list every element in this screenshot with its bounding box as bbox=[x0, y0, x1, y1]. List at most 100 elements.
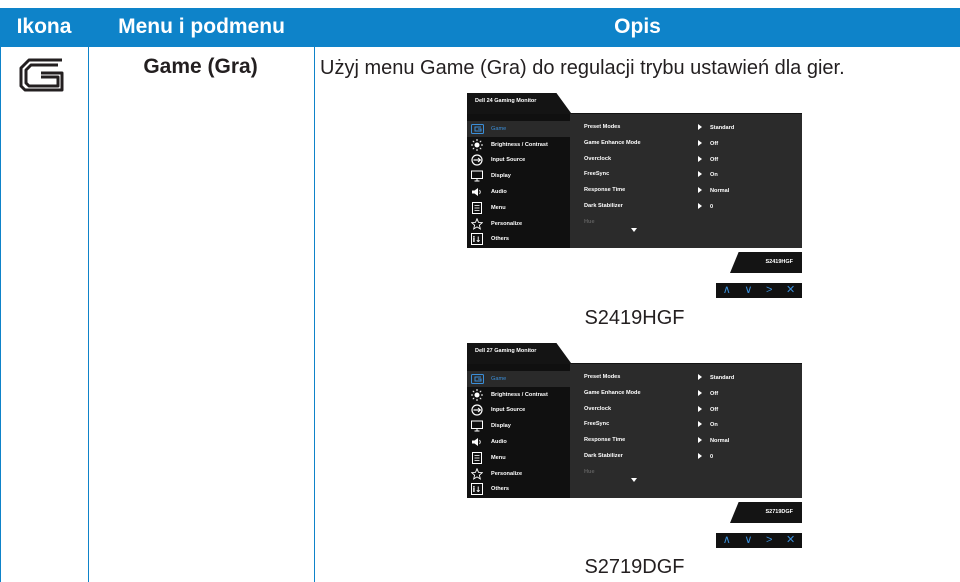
osd-setting-row[interactable]: Dark Stabilizer 0 bbox=[584, 453, 784, 463]
game-icon bbox=[17, 56, 73, 94]
osd-menu-item-input-source[interactable]: Input Source bbox=[467, 153, 570, 169]
nav-up-icon[interactable]: ∧ bbox=[723, 285, 731, 296]
osd-menu-item-input-source[interactable]: Input Source bbox=[467, 403, 570, 419]
menu-icon bbox=[469, 451, 485, 464]
osd-model-bar: S2419HGF bbox=[467, 252, 802, 273]
display-icon bbox=[469, 170, 485, 182]
svg-text:i↓: i↓ bbox=[473, 235, 482, 244]
osd-setting-row[interactable]: Game Enhance Mode Off bbox=[584, 390, 784, 400]
osd-setting-label: Dark Stabilizer bbox=[584, 453, 623, 459]
osd-setting-value: On bbox=[698, 421, 718, 428]
osd-setting-value: Normal bbox=[698, 437, 729, 444]
nav-close-icon[interactable]: ✕ bbox=[786, 285, 795, 296]
osd-setting-value: Normal bbox=[698, 187, 729, 194]
description-text: Użyj menu Game (Gra) do regulacji trybu … bbox=[320, 57, 845, 79]
osd-menu-item-audio[interactable]: Audio bbox=[467, 184, 570, 200]
osd-setting-row[interactable]: Preset Modes Standard bbox=[584, 374, 784, 384]
osd-menu-label: Input Source bbox=[491, 407, 526, 414]
osd-menu-label: Menu bbox=[491, 204, 506, 211]
osd-menu-label: Input Source bbox=[491, 157, 526, 164]
document-page: Ikona Menu i podmenu Opis Game (Gra) Uży… bbox=[0, 0, 960, 582]
osd-setting-row[interactable]: FreeSync On bbox=[584, 421, 784, 431]
osd-setting-label: Hue bbox=[584, 218, 595, 225]
osd-menu-item-display[interactable]: Display bbox=[467, 418, 570, 434]
osd-setting-value: Off bbox=[698, 390, 718, 397]
osd-setting-value: Off bbox=[698, 406, 718, 413]
osd-setting-value: Off bbox=[698, 156, 718, 163]
osd-title: Dell 27 Gaming Monitor bbox=[475, 348, 537, 354]
osd-setting-row[interactable]: Hue bbox=[584, 219, 784, 229]
menu-icon bbox=[469, 201, 485, 214]
osd-setting-row[interactable]: Game Enhance Mode Off bbox=[584, 140, 784, 150]
osd-setting-value: 0 bbox=[698, 203, 713, 210]
osd-setting-row[interactable]: Preset Modes Standard bbox=[584, 124, 784, 134]
osd-setting-label: Hue bbox=[584, 468, 595, 475]
nav-down-icon[interactable]: ∨ bbox=[744, 535, 752, 546]
osd-menu-label: Personalize bbox=[491, 220, 523, 227]
header-bottom-rule bbox=[0, 46, 960, 47]
speaker-icon bbox=[469, 436, 485, 448]
osd-setting-label: Dark Stabilizer bbox=[584, 203, 623, 209]
osd-title-tab: Dell 24 Gaming Monitor bbox=[467, 93, 802, 114]
osd-menu-item-menu[interactable]: Menu bbox=[467, 450, 570, 466]
osd-nav-buttons: ∧ ∨ > ✕ bbox=[467, 283, 802, 298]
star-icon bbox=[469, 217, 485, 230]
osd-setting-row[interactable]: Hue bbox=[584, 469, 784, 479]
osd-setting-value: Off bbox=[698, 140, 718, 147]
osd-setting-row[interactable]: Response Time Normal bbox=[584, 437, 784, 447]
menu-item-name: Game (Gra) bbox=[143, 55, 258, 78]
osd-settings-panel: Preset Modes Standard Game Enhance Mode Off… bbox=[570, 114, 802, 248]
osd-menu-label: Brightness / Contrast bbox=[491, 141, 548, 148]
nav-up-icon[interactable]: ∧ bbox=[723, 535, 731, 546]
osd-screenshot-s2719dgf: Dell 27 Gaming Monitor Game Brightness / … bbox=[467, 343, 802, 548]
osd-setting-label: Overclock bbox=[584, 405, 612, 412]
osd-menu-item-others[interactable]: i↓ Others bbox=[467, 482, 570, 498]
osd-settings-panel: Preset Modes Standard Game Enhance Mode Off… bbox=[570, 364, 802, 498]
osd-menu-item-others[interactable]: i↓ Others bbox=[467, 232, 570, 248]
osd-menu-item-menu[interactable]: Menu bbox=[467, 200, 570, 216]
osd-menu-label: Display bbox=[491, 173, 511, 180]
nav-right-icon[interactable]: > bbox=[766, 535, 772, 546]
osd-setting-label: Overclock bbox=[584, 155, 612, 162]
table-divider-1 bbox=[88, 8, 89, 582]
osd-nav-buttons: ∧ ∨ > ✕ bbox=[467, 533, 802, 548]
osd-setting-label: Response Time bbox=[584, 187, 626, 194]
osd-setting-row[interactable]: Overclock Off bbox=[584, 156, 784, 166]
game-icon bbox=[469, 123, 485, 135]
osd-menu-label: Brightness / Contrast bbox=[491, 391, 548, 398]
osd-setting-label: FreeSync bbox=[584, 421, 610, 428]
others-icon: i↓ bbox=[469, 483, 485, 496]
osd-setting-value: Standard bbox=[698, 374, 734, 381]
osd-menu-item-audio[interactable]: Audio bbox=[467, 434, 570, 450]
osd-menu-item-game[interactable]: Game bbox=[467, 371, 570, 387]
osd-menu-label: Game bbox=[491, 375, 507, 382]
osd-setting-row[interactable]: Dark Stabilizer 0 bbox=[584, 203, 784, 213]
nav-right-icon[interactable]: > bbox=[766, 285, 772, 296]
header-description: Opis bbox=[315, 8, 960, 46]
osd-menu-item-game[interactable]: Game bbox=[467, 121, 570, 137]
game-icon bbox=[469, 373, 485, 385]
header-icon: Ikona bbox=[0, 8, 88, 46]
osd-menu-item-brightness-contrast[interactable]: Brightness / Contrast bbox=[467, 387, 570, 403]
osd-menu-item-brightness-contrast[interactable]: Brightness / Contrast bbox=[467, 137, 570, 153]
nav-down-icon[interactable]: ∨ bbox=[744, 285, 752, 296]
osd-menu-label: Others bbox=[491, 236, 510, 243]
input-source-icon bbox=[469, 154, 485, 167]
input-source-icon bbox=[469, 404, 485, 417]
osd-menu-item-personalize[interactable]: Personalize bbox=[467, 216, 570, 232]
osd-setting-label: Preset Modes bbox=[584, 124, 621, 130]
osd-setting-label: Game Enhance Mode bbox=[584, 389, 641, 396]
osd-menu-label: Menu bbox=[491, 454, 506, 461]
nav-close-icon[interactable]: ✕ bbox=[786, 535, 795, 546]
osd-setting-row[interactable]: Overclock Off bbox=[584, 406, 784, 416]
osd-main-menu: Game Brightness / Contrast Input Source Dis… bbox=[467, 364, 570, 498]
star-icon bbox=[469, 467, 485, 480]
osd-menu-item-display[interactable]: Display bbox=[467, 168, 570, 184]
osd-model-label: S2419HGF bbox=[765, 259, 793, 265]
speaker-icon bbox=[469, 186, 485, 198]
osd-menu-item-personalize[interactable]: Personalize bbox=[467, 466, 570, 482]
osd-setting-row[interactable]: Response Time Normal bbox=[584, 187, 784, 197]
osd-main-menu: Game Brightness / Contrast Input Source Dis… bbox=[467, 114, 570, 248]
osd-setting-label: Preset Modes bbox=[584, 374, 621, 380]
osd-setting-row[interactable]: FreeSync On bbox=[584, 171, 784, 181]
